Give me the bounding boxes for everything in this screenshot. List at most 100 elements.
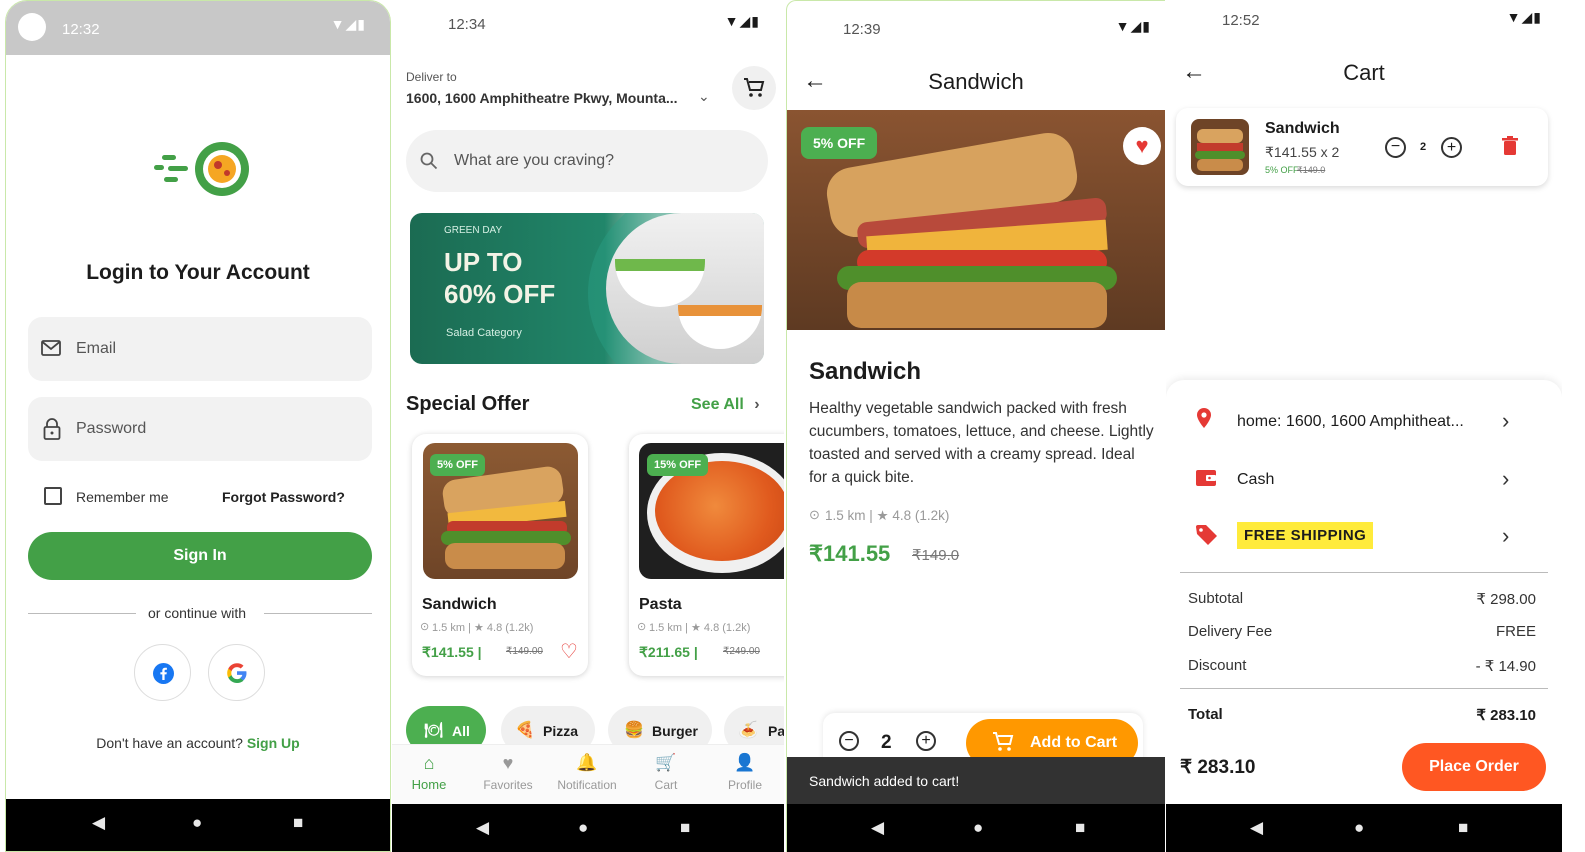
cart-plus-icon (992, 731, 1014, 753)
password-placeholder: Password (76, 420, 147, 437)
coupon-badge: FREE SHIPPING (1237, 522, 1374, 549)
bottom-nav: ⌂ Home ♥ Favorites 🔔 Notification 🛒 Cart… (392, 744, 784, 804)
cart-icon: 🛒 (655, 753, 677, 772)
back-nav-icon[interactable]: ◀ (1250, 818, 1263, 838)
nav-cart[interactable]: 🛒 Cart (644, 753, 688, 792)
see-all-label: See All (691, 396, 744, 413)
back-nav-icon[interactable]: ◀ (476, 818, 489, 838)
sign-in-button[interactable]: Sign In (28, 532, 372, 580)
camera-dot (18, 13, 46, 41)
minus-circle-icon[interactable]: − (1385, 137, 1406, 158)
recents-nav-icon[interactable]: ■ (1458, 818, 1468, 838)
total-label: Total (1188, 706, 1223, 723)
email-field[interactable]: Email (28, 317, 372, 381)
offer-card-pasta[interactable]: 15% OFF Pasta ⊙ 1.5 km | ★ 4.8 (1.2k) ₹2… (629, 434, 784, 676)
nav-label: Profile (727, 778, 762, 792)
nav-profile[interactable]: 👤 Profile (720, 753, 770, 792)
status-time: 12:52 (1222, 12, 1260, 29)
search-placeholder: What are you craving? (454, 152, 615, 169)
nav-favorites[interactable]: ♥ Favorites (478, 753, 538, 792)
email-placeholder: Email (76, 340, 117, 357)
discount-label: Discount (1188, 657, 1247, 674)
search-input[interactable]: What are you craving? (406, 130, 768, 192)
divider (1180, 572, 1548, 573)
divider (1180, 688, 1548, 689)
login-screen: 12:32 ▼◢▮ Login to Your Account Email Pa… (5, 0, 391, 852)
nav-home[interactable]: ⌂ Home (404, 753, 454, 792)
chip-label: Pa (768, 723, 784, 739)
chip-label: Burger (652, 723, 698, 739)
heart-outline-icon[interactable]: ♡ (560, 639, 578, 664)
minus-circle-icon[interactable]: − (839, 731, 859, 751)
recents-nav-icon[interactable]: ■ (680, 818, 690, 838)
offer-old-price: ₹249.00 (723, 646, 760, 657)
discount-value: - ₹ 14.90 (1475, 658, 1536, 675)
no-account-text: Don't have an account? (96, 735, 243, 751)
see-all-link[interactable]: See All › (691, 396, 760, 414)
remember-me-checkbox[interactable] (44, 487, 62, 505)
password-field[interactable]: Password (28, 397, 372, 461)
divider-left (28, 613, 136, 614)
chevron-right-icon: › (1502, 466, 1510, 491)
nav-label: Cart (654, 778, 678, 792)
home-icon: ⌂ (423, 753, 435, 773)
offer-card-sandwich[interactable]: 5% OFF Sandwich ⊙ 1.5 km | ★ 4.8 (1.2k) … (412, 434, 588, 676)
payment-row[interactable]: Cash › (1196, 464, 1516, 496)
google-button[interactable] (208, 644, 265, 701)
subtotal-value: ₹ 298.00 (1476, 591, 1536, 608)
payment-text: Cash (1237, 471, 1275, 488)
coupon-row[interactable]: FREE SHIPPING › (1196, 520, 1516, 552)
plus-circle-icon[interactable]: + (916, 731, 936, 751)
offer-old-price: ₹149.00 (506, 646, 543, 657)
recents-nav-icon[interactable]: ■ (1075, 818, 1085, 838)
sign-in-label: Sign In (173, 547, 227, 564)
back-nav-icon[interactable]: ◀ (871, 818, 884, 838)
pasta-icon: 🍝 (738, 722, 758, 739)
offer-meta: 1.5 km | ★ 4.8 (1.2k) (649, 622, 751, 634)
plus-circle-icon[interactable]: + (1441, 137, 1462, 158)
address-row[interactable]: home: 1600, 1600 Amphitheat... › (1196, 406, 1516, 438)
nav-notification[interactable]: 🔔 Notification (550, 753, 624, 792)
home-nav-icon[interactable]: ● (192, 813, 202, 833)
sign-up-link[interactable]: Sign Up (247, 735, 300, 751)
home-nav-icon[interactable]: ● (1354, 818, 1364, 838)
trash-icon[interactable] (1502, 136, 1518, 156)
back-nav-icon[interactable]: ◀ (92, 813, 105, 833)
cart-button[interactable] (732, 66, 776, 110)
cart-item-qty: 2 (1420, 141, 1427, 153)
status-bar: 12:32 ▼◢▮ (6, 1, 390, 55)
nav-label: Favorites (483, 778, 533, 792)
chevron-down-icon[interactable]: ⌄ (698, 88, 710, 105)
place-order-button[interactable]: Place Order (1402, 743, 1546, 791)
total-value: ₹ 283.10 (1476, 707, 1536, 724)
home-nav-icon[interactable]: ● (973, 818, 983, 838)
cart-item-name: Sandwich (1265, 120, 1340, 137)
special-offer-title: Special Offer (406, 393, 530, 415)
facebook-button[interactable] (134, 644, 191, 701)
product-detail-screen: 12:39 ▼◢▮ ← Sandwich 5% OFF ♥ Sandwich H… (786, 0, 1165, 852)
status-time: 12:32 (62, 21, 100, 38)
home-screen: 12:34 ▼◢▮ Deliver to 1600, 1600 Amphithe… (392, 0, 784, 852)
chevron-right-icon: › (754, 396, 760, 413)
add-to-cart-label: Add to Cart (1030, 734, 1118, 751)
banner-line2: 60% OFF (444, 279, 556, 309)
offer-price: ₹211.65 | (639, 644, 698, 660)
discount-badge: 5% OFF (430, 454, 485, 476)
snackbar: Sandwich added to cart! (787, 757, 1165, 805)
sign-up-row: Don't have an account? Sign Up (6, 735, 390, 751)
wallet-icon (1196, 468, 1216, 486)
favorite-button[interactable]: ♥ (1123, 127, 1161, 165)
location-pin-icon: ⊙ (809, 507, 820, 522)
address-text[interactable]: 1600, 1600 Amphitheatre Pkwy, Mounta... (406, 90, 678, 106)
forgot-password-link[interactable]: Forgot Password? (222, 489, 345, 505)
recents-nav-icon[interactable]: ■ (293, 813, 303, 833)
delivery-value: FREE (1495, 623, 1536, 640)
snackbar-text: Sandwich added to cart! (809, 773, 960, 789)
home-nav-icon[interactable]: ● (578, 818, 588, 838)
promo-banner[interactable]: GREEN DAY UP TO 60% OFF Salad Category (410, 213, 764, 364)
status-time: 12:39 (843, 21, 881, 38)
pizza-icon: 🍕 (515, 722, 535, 739)
cart-item-price: ₹141.55 x 2 (1265, 144, 1340, 160)
signal-icons: ▼◢▮ (1115, 18, 1151, 34)
person-icon: 👤 (734, 753, 756, 772)
